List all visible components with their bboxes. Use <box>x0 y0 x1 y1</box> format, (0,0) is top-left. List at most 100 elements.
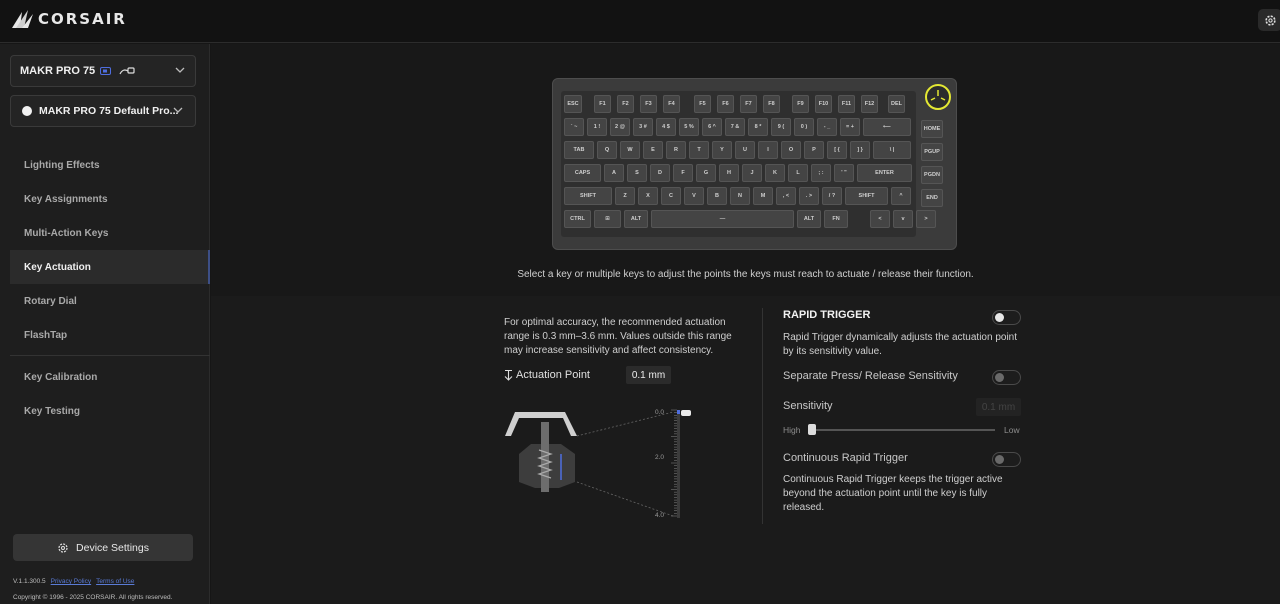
settings-gear-button[interactable] <box>1258 9 1280 31</box>
key[interactable]: J <box>742 164 762 182</box>
key[interactable]: V <box>684 187 704 205</box>
key[interactable]: ; : <box>811 164 831 182</box>
key[interactable]: M <box>753 187 773 205</box>
key[interactable]: 1 ! <box>587 118 607 136</box>
key[interactable]: ' " <box>834 164 854 182</box>
key[interactable]: = + <box>840 118 860 136</box>
key[interactable]: 5 % <box>679 118 699 136</box>
rotary-knob[interactable] <box>925 84 951 110</box>
key-pgup[interactable]: PGUP <box>921 143 943 161</box>
key[interactable]: T <box>689 141 709 159</box>
key[interactable]: F7 <box>740 95 757 113</box>
nav-rotary-dial[interactable]: Rotary Dial <box>10 284 210 318</box>
key[interactable]: Q <box>597 141 617 159</box>
key[interactable]: K <box>765 164 785 182</box>
key[interactable]: 7 & <box>725 118 745 136</box>
nav-key-calibration[interactable]: Key Calibration <box>10 360 210 394</box>
key[interactable]: X <box>638 187 658 205</box>
key[interactable]: CAPS <box>564 164 601 182</box>
key-end[interactable]: END <box>921 189 943 207</box>
key[interactable]: - _ <box>817 118 837 136</box>
sensitivity-slider-thumb[interactable] <box>808 424 816 435</box>
key[interactable]: O <box>781 141 801 159</box>
actuation-value-input[interactable]: 0.1 mm <box>626 366 671 384</box>
continuous-rapid-trigger-toggle[interactable] <box>992 452 1021 467</box>
key-home[interactable]: HOME <box>921 120 943 138</box>
key[interactable]: F6 <box>717 95 734 113</box>
key[interactable]: F10 <box>815 95 832 113</box>
key[interactable]: ALT <box>797 210 821 228</box>
key[interactable]: / ? <box>822 187 842 205</box>
key[interactable]: L <box>788 164 808 182</box>
nav-key-testing[interactable]: Key Testing <box>10 394 210 428</box>
key[interactable]: CTRL <box>564 210 591 228</box>
nav-lighting-effects[interactable]: Lighting Effects <box>10 148 210 182</box>
key[interactable]: SHIFT <box>845 187 888 205</box>
sensitivity-value-input[interactable]: 0.1 mm <box>976 398 1021 416</box>
key[interactable]: FN <box>824 210 848 228</box>
device-settings-button[interactable]: Device Settings <box>13 534 193 561</box>
key[interactable]: F11 <box>838 95 855 113</box>
key[interactable]: ` ~ <box>564 118 584 136</box>
key[interactable]: v <box>893 210 913 228</box>
key[interactable]: 9 ( <box>771 118 791 136</box>
nav-flashtap[interactable]: FlashTap <box>10 318 210 352</box>
key[interactable]: F1 <box>594 95 611 113</box>
key-pgdn[interactable]: PGDN <box>921 166 943 184</box>
key[interactable]: F8 <box>763 95 780 113</box>
key[interactable]: N <box>730 187 750 205</box>
key[interactable]: > <box>916 210 936 228</box>
key[interactable]: F4 <box>663 95 680 113</box>
key[interactable]: , < <box>776 187 796 205</box>
key[interactable]: F3 <box>640 95 657 113</box>
key[interactable]: ^ <box>891 187 911 205</box>
key[interactable]: P <box>804 141 824 159</box>
nav-key-actuation[interactable]: Key Actuation <box>10 250 210 284</box>
key[interactable]: — <box>651 210 794 228</box>
key[interactable]: ENTER <box>857 164 912 182</box>
key[interactable]: F9 <box>792 95 809 113</box>
key[interactable]: [ { <box>827 141 847 159</box>
key[interactable]: ⟵ <box>863 118 911 136</box>
key[interactable]: F12 <box>861 95 878 113</box>
key[interactable]: . > <box>799 187 819 205</box>
key[interactable]: F <box>673 164 693 182</box>
key[interactable]: ] } <box>850 141 870 159</box>
privacy-policy-link[interactable]: Privacy Policy <box>51 578 91 585</box>
rapid-trigger-toggle[interactable] <box>992 310 1021 325</box>
key[interactable]: ALT <box>624 210 648 228</box>
separate-sensitivity-toggle[interactable] <box>992 370 1021 385</box>
key[interactable]: 4 $ <box>656 118 676 136</box>
terms-of-use-link[interactable]: Terms of Use <box>96 578 134 585</box>
nav-key-assignments[interactable]: Key Assignments <box>10 182 210 216</box>
key[interactable]: I <box>758 141 778 159</box>
nav-multi-action-keys[interactable]: Multi-Action Keys <box>10 216 210 250</box>
key[interactable]: C <box>661 187 681 205</box>
device-selector[interactable]: MAKR PRO 75 <box>10 55 196 87</box>
key[interactable]: 3 # <box>633 118 653 136</box>
key[interactable]: B <box>707 187 727 205</box>
key[interactable]: 6 ^ <box>702 118 722 136</box>
key[interactable]: 2 @ <box>610 118 630 136</box>
key[interactable]: DEL <box>888 95 905 113</box>
key[interactable]: ⊞ <box>594 210 621 228</box>
key[interactable]: 0 ) <box>794 118 814 136</box>
key[interactable]: E <box>643 141 663 159</box>
key[interactable]: W <box>620 141 640 159</box>
key[interactable]: G <box>696 164 716 182</box>
key[interactable]: F5 <box>694 95 711 113</box>
key[interactable]: Z <box>615 187 635 205</box>
sensitivity-slider-track[interactable] <box>811 429 995 431</box>
profile-selector[interactable]: MAKR PRO 75 Default Pro... <box>10 95 196 127</box>
key[interactable]: H <box>719 164 739 182</box>
key[interactable]: ESC <box>564 95 582 113</box>
key[interactable]: U <box>735 141 755 159</box>
key[interactable]: Y <box>712 141 732 159</box>
key[interactable]: SHIFT <box>564 187 612 205</box>
key[interactable]: 8 * <box>748 118 768 136</box>
key[interactable]: R <box>666 141 686 159</box>
key[interactable]: \ | <box>873 141 911 159</box>
key[interactable]: D <box>650 164 670 182</box>
key[interactable]: < <box>870 210 890 228</box>
key[interactable]: A <box>604 164 624 182</box>
